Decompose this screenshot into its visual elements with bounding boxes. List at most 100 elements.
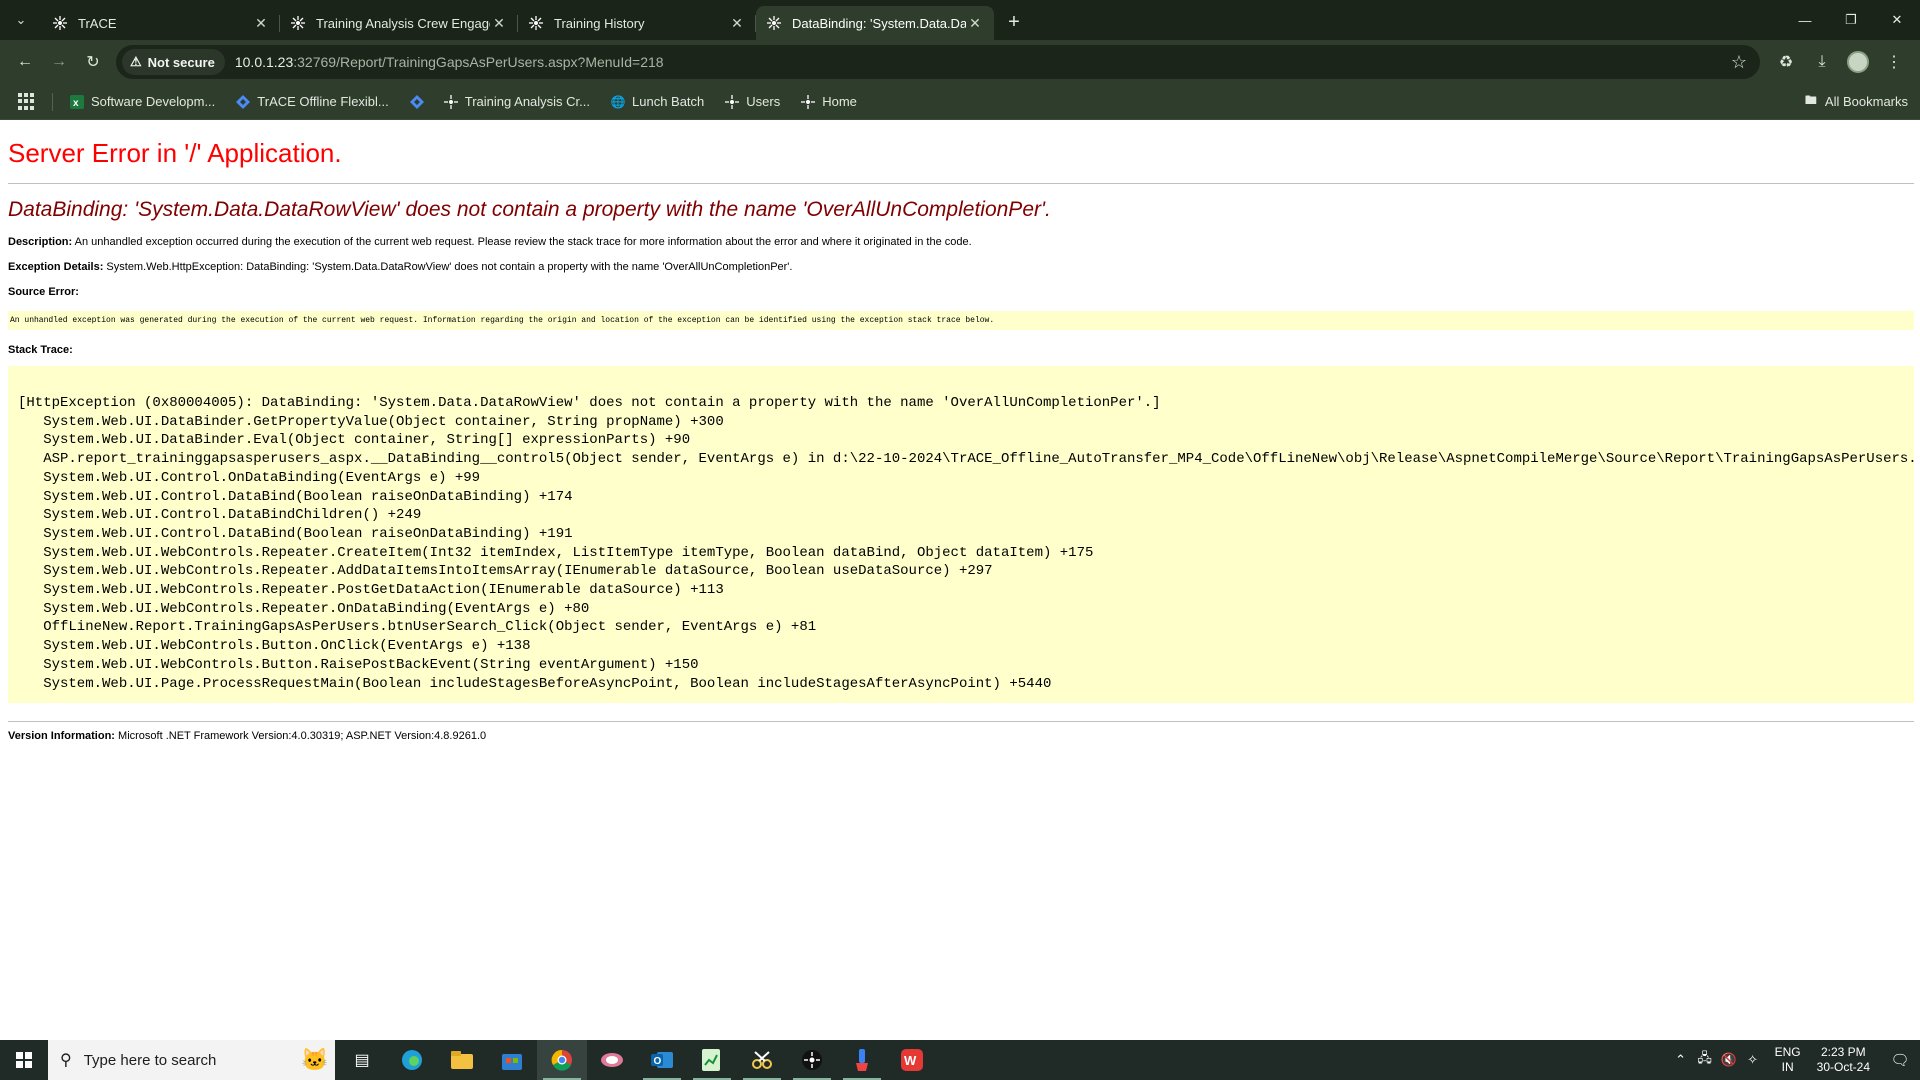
clock[interactable]: 2:23 PM 30-Oct-24 [1817, 1045, 1870, 1075]
chrome-icon[interactable] [537, 1040, 587, 1080]
source-error-label: Source Error: [8, 286, 79, 298]
taskbar-apps: ▤ O W [337, 1040, 937, 1080]
description-label: Description: [8, 236, 73, 248]
source-error-box: An unhandled exception was generated dur… [8, 311, 1914, 330]
store-icon[interactable] [487, 1040, 537, 1080]
volume-muted-icon[interactable]: 🔇 [1717, 1052, 1741, 1068]
close-tab-icon[interactable]: ✕ [252, 14, 270, 32]
download-icon[interactable]: ⤓ [1804, 45, 1840, 79]
tab-title: Training History [554, 15, 645, 31]
tab-search-button[interactable]: ⌄ [6, 5, 36, 35]
chevron-up-icon[interactable]: ⌃ [1669, 1052, 1693, 1068]
close-tab-icon[interactable]: ✕ [966, 14, 984, 32]
taskbar-search-box[interactable]: ⚲ Type here to search 🐱 [48, 1040, 335, 1080]
tab-training-analysis[interactable]: Training Analysis Crew Engagem ✕ [280, 6, 518, 40]
tab-title: Training Analysis Crew Engagem [316, 15, 490, 31]
restore-button[interactable]: ❐ [1828, 0, 1874, 40]
bookmarks-bar: x Software Developm... TrACE Offline Fle… [0, 84, 1920, 120]
page-title: Server Error in '/' Application. [8, 138, 342, 168]
new-tab-button[interactable]: + [998, 6, 1030, 38]
kebab-menu-icon[interactable]: ⋮ [1876, 45, 1912, 79]
paint-icon[interactable] [837, 1040, 887, 1080]
network-icon[interactable]: 🖧 [1693, 1049, 1717, 1071]
close-icon: ✕ [1891, 12, 1903, 27]
site-info-chip[interactable]: ⚠ Not secure [122, 49, 225, 75]
not-secure-label: Not secure [147, 54, 215, 70]
browser-chrome: ⌄ TrACE ✕ Training Analysis Crew Engagem… [0, 0, 1920, 120]
folder-icon: 🖿 [1804, 93, 1817, 107]
tab-databinding-error[interactable]: DataBinding: 'System.Data.Data ✕ [756, 6, 994, 40]
minimize-button[interactable]: — [1782, 0, 1828, 40]
close-tab-icon[interactable]: ✕ [728, 14, 746, 32]
tab-strip: ⌄ TrACE ✕ Training Analysis Crew Engagem… [0, 0, 1920, 40]
edge-icon[interactable] [387, 1040, 437, 1080]
windows-logo-icon [16, 1052, 32, 1068]
bookmark-software-development[interactable]: x Software Developm... [69, 94, 215, 110]
url-host: 10.0.1.23 [234, 54, 294, 70]
bookmark-jira[interactable] [409, 94, 431, 110]
jira-icon [235, 94, 251, 110]
divider [8, 183, 1914, 184]
apps-grid-icon[interactable] [18, 92, 36, 111]
extensions-icon[interactable]: ♻ [1768, 45, 1804, 79]
bookmark-training-analysis[interactable]: Training Analysis Cr... [443, 94, 590, 110]
forward-button[interactable]: → [42, 45, 76, 79]
wps-office-icon[interactable]: W [887, 1040, 937, 1080]
close-tab-icon[interactable]: ✕ [490, 14, 508, 32]
bookmark-label: Training Analysis Cr... [464, 94, 590, 109]
stack-trace-line: Stack Trace: [8, 344, 1914, 356]
bookmark-home[interactable]: Home [800, 94, 857, 110]
bookmark-lunch-batch[interactable]: 🌐 Lunch Batch [610, 94, 705, 110]
trace-icon [724, 94, 740, 110]
bookmark-trace-offline[interactable]: TrACE Offline Flexibl... [235, 94, 389, 110]
minimize-icon: — [1798, 12, 1812, 28]
language-indicator[interactable]: ENG IN [1775, 1045, 1801, 1075]
bookmark-users[interactable]: Users [724, 94, 780, 110]
search-highlight-icon: 🐱 [301, 1047, 329, 1072]
close-window-button[interactable]: ✕ [1874, 0, 1920, 40]
notifications-icon[interactable]: 🗨 [1880, 1051, 1920, 1069]
snipping-icon[interactable] [737, 1040, 787, 1080]
reload-button[interactable]: ↻ [76, 45, 110, 79]
page-content: Server Error in '/' Application. DataBin… [0, 120, 1920, 1040]
profile-avatar[interactable] [1840, 45, 1876, 79]
notepad-icon[interactable] [687, 1040, 737, 1080]
version-information-label: Version Information: [8, 730, 115, 743]
stack-trace-box: [HttpException (0x80004005): DataBinding… [8, 366, 1914, 704]
task-view-icon[interactable]: ▤ [337, 1040, 387, 1080]
bookmark-label: Lunch Batch [632, 94, 705, 109]
tab-training-history[interactable]: Training History ✕ [518, 6, 756, 40]
address-bar[interactable]: ⚠ Not secure 10.0.1.23:32769/Report/Trai… [116, 45, 1760, 79]
remote-app-icon[interactable] [587, 1040, 637, 1080]
clock-date: 30-Oct-24 [1816, 1060, 1870, 1074]
bookmark-star-icon[interactable]: ☆ [1724, 52, 1754, 73]
tab-title: TrACE [78, 15, 117, 31]
trace-app-icon[interactable] [787, 1040, 837, 1080]
svg-text:x: x [73, 98, 79, 109]
exception-details-line: Exception Details: System.Web.HttpExcept… [8, 261, 1914, 273]
divider [8, 721, 1914, 723]
clock-time: 2:23 PM [1820, 1045, 1866, 1059]
tray-app-icon[interactable]: ✧ [1741, 1052, 1765, 1068]
file-explorer-icon[interactable] [437, 1040, 487, 1080]
url-text[interactable]: 10.0.1.23:32769/Report/TrainingGapsAsPer… [235, 54, 1724, 70]
trace-favicon-icon [766, 15, 782, 31]
chevron-down-icon: ⌄ [15, 12, 27, 27]
search-placeholder: Type here to search [83, 1051, 217, 1069]
back-button[interactable]: ← [8, 45, 42, 79]
start-button[interactable] [0, 1040, 48, 1080]
trace-favicon-icon [290, 15, 306, 31]
tab-trace[interactable]: TrACE ✕ [42, 6, 280, 40]
all-bookmarks-button[interactable]: 🖿 All Bookmarks [1803, 93, 1908, 110]
browser-toolbar: ← → ↻ ⚠ Not secure 10.0.1.23:32769/Repor… [0, 40, 1920, 84]
bookmark-label: Home [822, 94, 857, 109]
trace-icon [800, 94, 816, 110]
stack-trace-label: Stack Trace: [8, 344, 73, 356]
trace-favicon-icon [528, 15, 544, 31]
bookmark-label: Users [746, 94, 781, 109]
svg-text:O: O [654, 1056, 662, 1067]
version-information-text: Microsoft .NET Framework Version:4.0.303… [118, 730, 487, 743]
outlook-icon[interactable]: O [637, 1040, 687, 1080]
trace-favicon-icon [52, 15, 68, 31]
search-icon: ⚲ [60, 1052, 72, 1069]
